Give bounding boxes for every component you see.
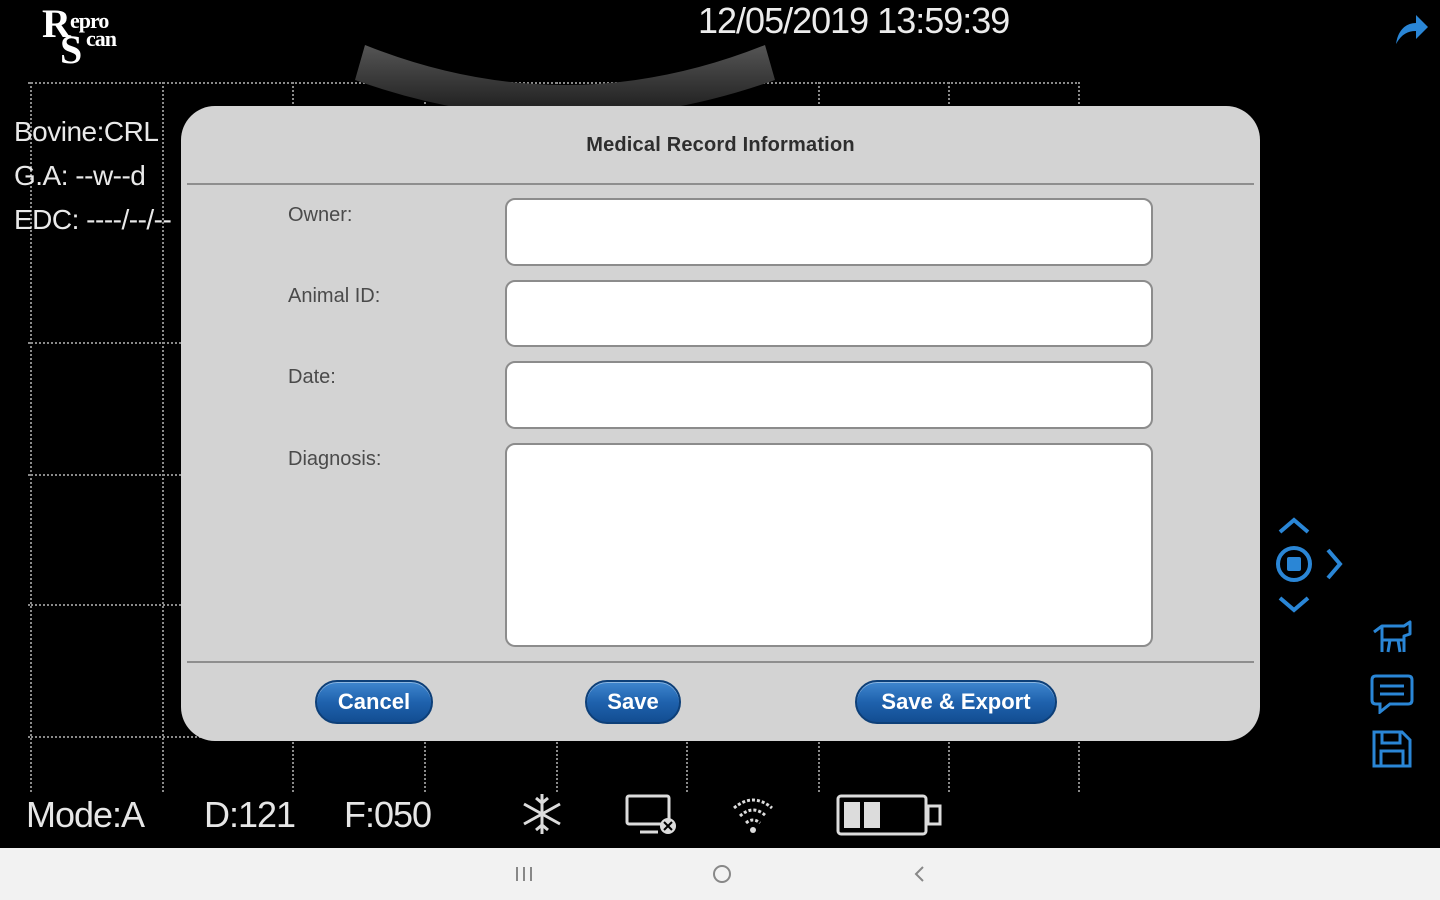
save-button[interactable]: Save — [585, 680, 681, 724]
logo-text: can — [86, 26, 117, 51]
dpad-down-icon[interactable] — [1278, 596, 1310, 613]
medical-record-dialog: Medical Record Information Owner: Animal… — [181, 106, 1260, 741]
repro-scan-logo: R epro S can — [40, 4, 140, 72]
grid-line — [162, 82, 164, 792]
animal-icon[interactable] — [1370, 618, 1414, 660]
owner-input[interactable] — [505, 198, 1153, 266]
date-label: Date: — [288, 366, 336, 388]
date-input[interactable] — [505, 361, 1153, 429]
share-arrow-icon[interactable] — [1392, 10, 1430, 48]
cancel-button[interactable]: Cancel — [315, 680, 433, 724]
recent-apps-icon[interactable] — [510, 860, 538, 888]
save-export-button[interactable]: Save & Export — [855, 680, 1057, 724]
comment-icon[interactable] — [1370, 672, 1414, 714]
home-icon[interactable] — [708, 860, 736, 888]
ultrasound-sector — [355, 45, 775, 110]
divider — [187, 661, 1254, 663]
dpad-right-icon[interactable] — [1326, 548, 1343, 580]
animal-id-label: Animal ID: — [288, 285, 381, 307]
frequency-readout: F:050 — [344, 794, 432, 835]
depth-readout: D:121 — [204, 794, 296, 835]
back-icon[interactable] — [906, 860, 934, 888]
dialog-title: Medical Record Information — [586, 134, 855, 156]
mode-readout: Mode:A — [26, 794, 145, 835]
freeze-snowflake-icon[interactable] — [518, 790, 566, 838]
expected-delivery-date: EDC: ----/--/-- — [14, 204, 172, 235]
battery-icon — [836, 794, 942, 836]
animal-id-input[interactable] — [505, 280, 1153, 347]
divider — [187, 183, 1254, 185]
save-disk-icon[interactable] — [1370, 728, 1414, 770]
owner-label: Owner: — [288, 204, 353, 226]
android-nav-bar — [0, 848, 1440, 900]
diagnosis-textarea[interactable] — [505, 443, 1153, 647]
species-measure: Bovine:CRL — [14, 116, 159, 147]
dpad-control — [1276, 517, 1343, 613]
display-disconnected-icon — [625, 794, 676, 834]
diagnosis-label: Diagnosis: — [288, 448, 382, 470]
datetime: 12/05/2019 13:59:39 — [698, 0, 1010, 41]
dpad-center-icon[interactable] — [1276, 546, 1312, 582]
logo-letter: S — [60, 27, 83, 72]
gestational-age: G.A: --w--d — [14, 160, 146, 191]
dpad-up-icon[interactable] — [1278, 517, 1310, 534]
wifi-icon — [733, 798, 773, 833]
